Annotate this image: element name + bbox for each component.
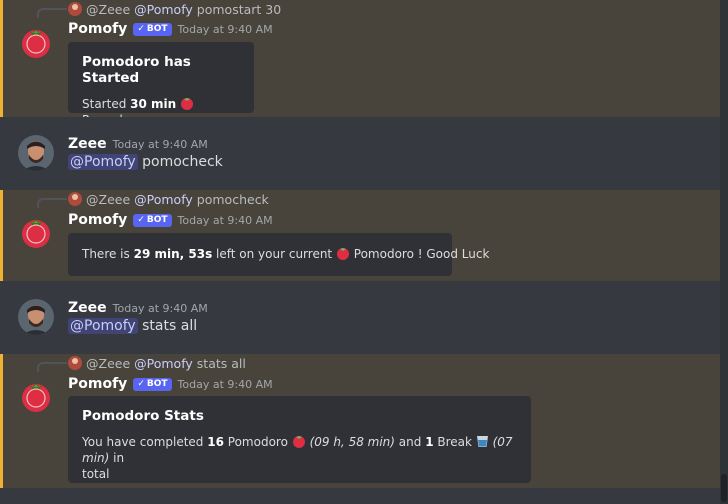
embed-card: Pomodoro has Started Started 30 min Pomo… [68, 42, 254, 127]
message-text: pomocheck [142, 154, 223, 170]
message-header: Pomofy ✓ BOT Today at 9:40 AM [68, 21, 273, 37]
tomato-avatar-icon[interactable] [18, 24, 54, 60]
message-header: Zeee Today at 9:40 AM [68, 136, 208, 152]
reply-preview[interactable]: @Zeee @Pomofy pomostart 30 [68, 1, 281, 17]
reply-mention[interactable]: @Pomofy [134, 192, 193, 207]
reply-user[interactable]: @Zeee [86, 192, 130, 207]
reply-mention[interactable]: @Pomofy [134, 356, 193, 371]
mention-pill[interactable]: @Pomofy [68, 318, 138, 334]
reply-text: pomostart 30 [196, 1, 282, 17]
reply-user[interactable]: @Zeee [86, 2, 130, 17]
message-header: Zeee Today at 9:40 AM [68, 300, 208, 316]
check-icon: ✓ [137, 23, 145, 34]
author-name[interactable]: Pomofy [68, 212, 127, 228]
author-name[interactable]: Pomofy [68, 376, 127, 392]
message-user-pomocheck: Zeee Today at 9:40 AM @Pomofy pomocheck [0, 117, 728, 190]
message-bot-stats: @Zeee @Pomofy stats all Pomofy ✓ BOT Toda… [0, 354, 728, 488]
user-avatar[interactable] [18, 299, 54, 335]
message-user-stats: Zeee Today at 9:40 AM @Pomofy stats all [0, 281, 728, 354]
check-icon: ✓ [137, 214, 145, 225]
reply-connector [37, 8, 67, 18]
embed-description: There is 29 min, 53s left on your curren… [82, 247, 490, 261]
message-header: Pomofy ✓ BOT Today at 9:40 AM [68, 212, 273, 228]
reply-preview[interactable]: @Zeee @Pomofy pomocheck [68, 191, 269, 207]
reply-text: stats all [196, 355, 246, 371]
embed-card: Pomodoro Stats You have completed 16 Pom… [68, 396, 531, 483]
message-bot-pomocheck: @Zeee @Pomofy pomocheck Pomofy ✓ BOT Toda… [0, 190, 728, 281]
embed-title: Pomodoro Stats [82, 408, 204, 424]
reply-connector [37, 198, 67, 208]
bot-badge: ✓ BOT [133, 377, 172, 391]
tomato-avatar-icon[interactable] [18, 378, 54, 414]
reply-avatar [68, 192, 82, 206]
reply-preview[interactable]: @Zeee @Pomofy stats all [68, 355, 246, 371]
reply-avatar [68, 2, 82, 16]
timestamp[interactable]: Today at 9:40 AM [178, 23, 273, 36]
bot-badge: ✓ BOT [133, 22, 172, 36]
message-header: Pomofy ✓ BOT Today at 9:40 AM [68, 376, 273, 392]
message-bot-pomostart: @Zeee @Pomofy pomostart 30 Pomofy ✓ BOT T… [0, 0, 728, 127]
tomato-icon [292, 436, 305, 448]
check-icon: ✓ [137, 378, 145, 389]
author-name[interactable]: Pomofy [68, 21, 127, 37]
reply-user[interactable]: @Zeee [86, 356, 130, 371]
mention-pill[interactable]: @Pomofy [68, 154, 138, 170]
tomato-icon [336, 248, 349, 260]
reply-mention[interactable]: @Pomofy [134, 2, 193, 17]
reply-text: pomocheck [196, 191, 269, 207]
tomato-avatar-icon[interactable] [18, 214, 54, 250]
message-text: stats all [142, 318, 198, 334]
chat-bottom-area [0, 488, 720, 504]
embed-description: You have completed 16 Pomodoro (09 h, 58… [82, 435, 513, 481]
author-name[interactable]: Zeee [68, 136, 107, 152]
embed-title: Pomodoro has Started [82, 54, 191, 86]
tomato-icon [181, 98, 194, 110]
message-content: @Pomofy stats all [68, 318, 197, 334]
water-cup-icon [476, 436, 488, 447]
reply-connector [37, 362, 67, 372]
timestamp[interactable]: Today at 9:40 AM [113, 302, 208, 315]
embed-card: There is 29 min, 53s left on your curren… [68, 233, 490, 276]
timestamp[interactable]: Today at 9:40 AM [113, 138, 208, 151]
bot-badge: ✓ BOT [133, 213, 172, 227]
timestamp[interactable]: Today at 9:40 AM [178, 378, 273, 391]
scrollbar-track[interactable] [720, 0, 728, 504]
author-name[interactable]: Zeee [68, 300, 107, 316]
reply-avatar [68, 356, 82, 370]
timestamp[interactable]: Today at 9:40 AM [178, 214, 273, 227]
user-avatar[interactable] [18, 135, 54, 171]
scrollbar-thumb[interactable] [721, 474, 727, 502]
message-content: @Pomofy pomocheck [68, 154, 223, 170]
